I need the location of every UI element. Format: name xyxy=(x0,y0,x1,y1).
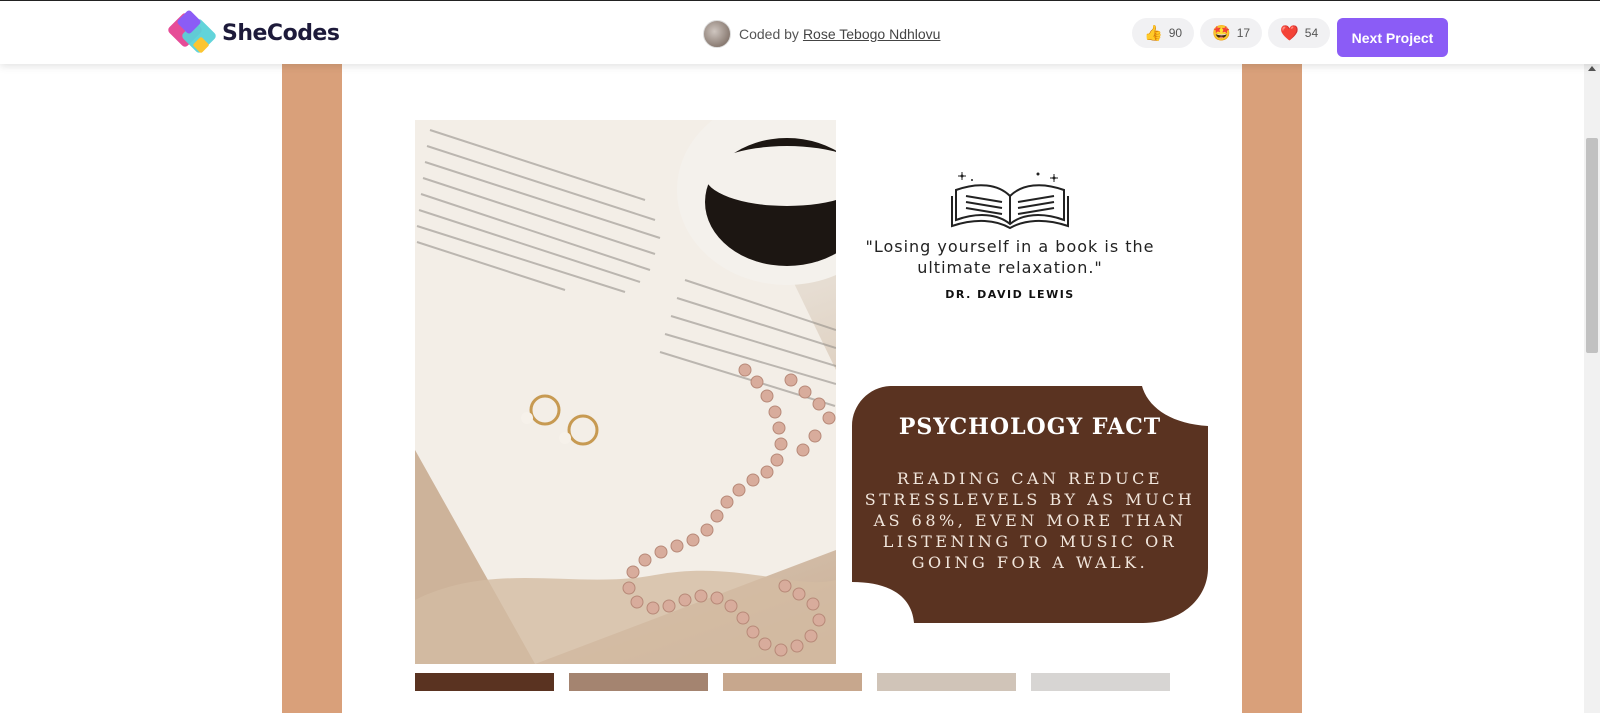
color-palette xyxy=(415,673,1170,691)
author-link[interactable]: Rose Tebogo Ndhlovu xyxy=(803,26,941,42)
quote-text: "Losing yourself in a book is the ultima… xyxy=(865,237,1155,277)
coded-by-label: Coded by xyxy=(739,26,799,42)
reaction-count: 17 xyxy=(1236,26,1251,40)
swatch-taupe xyxy=(569,673,708,691)
swatch-beige xyxy=(877,673,1016,691)
avatar xyxy=(703,20,731,48)
swatch-dark-brown xyxy=(415,673,554,691)
book-coffee-photo xyxy=(415,120,836,664)
reaction-star-struck[interactable]: 🤩 17 xyxy=(1200,18,1263,48)
shecodes-logo[interactable]: SheCodes xyxy=(166,9,340,55)
heart-icon: ❤️ xyxy=(1280,25,1299,42)
reactions: 👍 90 🤩 17 ❤️ 54 xyxy=(1132,18,1331,48)
swatch-light-grey xyxy=(1031,673,1170,691)
reaction-thumbs-up[interactable]: 👍 90 xyxy=(1132,18,1195,48)
quote-author: DR. DAVID LEWIS xyxy=(945,288,1075,301)
logo-mark-icon xyxy=(166,9,218,55)
frame-left xyxy=(282,64,342,713)
scrollbar[interactable] xyxy=(1584,64,1600,713)
scroll-up-arrow-icon[interactable] xyxy=(1588,66,1596,71)
reaction-count: 54 xyxy=(1304,26,1319,40)
fact-text: Reading can reduce stresslevels by as mu… xyxy=(864,469,1196,572)
fact-title: PSYCHOLOGY FACT xyxy=(898,414,1162,440)
thumbs-up-icon: 👍 xyxy=(1144,25,1163,42)
top-bar: SheCodes Coded by Rose Tebogo Ndhlovu 👍 … xyxy=(0,0,1600,64)
photo-illustration xyxy=(415,120,836,664)
reaction-count: 90 xyxy=(1168,26,1183,40)
logo-text: SheCodes xyxy=(222,20,340,46)
next-project-button[interactable]: Next Project xyxy=(1337,18,1448,57)
frame-right xyxy=(1242,64,1302,713)
reaction-heart[interactable]: ❤️ 54 xyxy=(1268,18,1331,48)
open-book-icon xyxy=(951,172,1069,230)
swatch-tan xyxy=(723,673,862,691)
coded-by: Coded by Rose Tebogo Ndhlovu xyxy=(703,19,940,49)
scroll-thumb[interactable] xyxy=(1586,138,1598,353)
star-struck-icon: 🤩 xyxy=(1212,25,1231,42)
